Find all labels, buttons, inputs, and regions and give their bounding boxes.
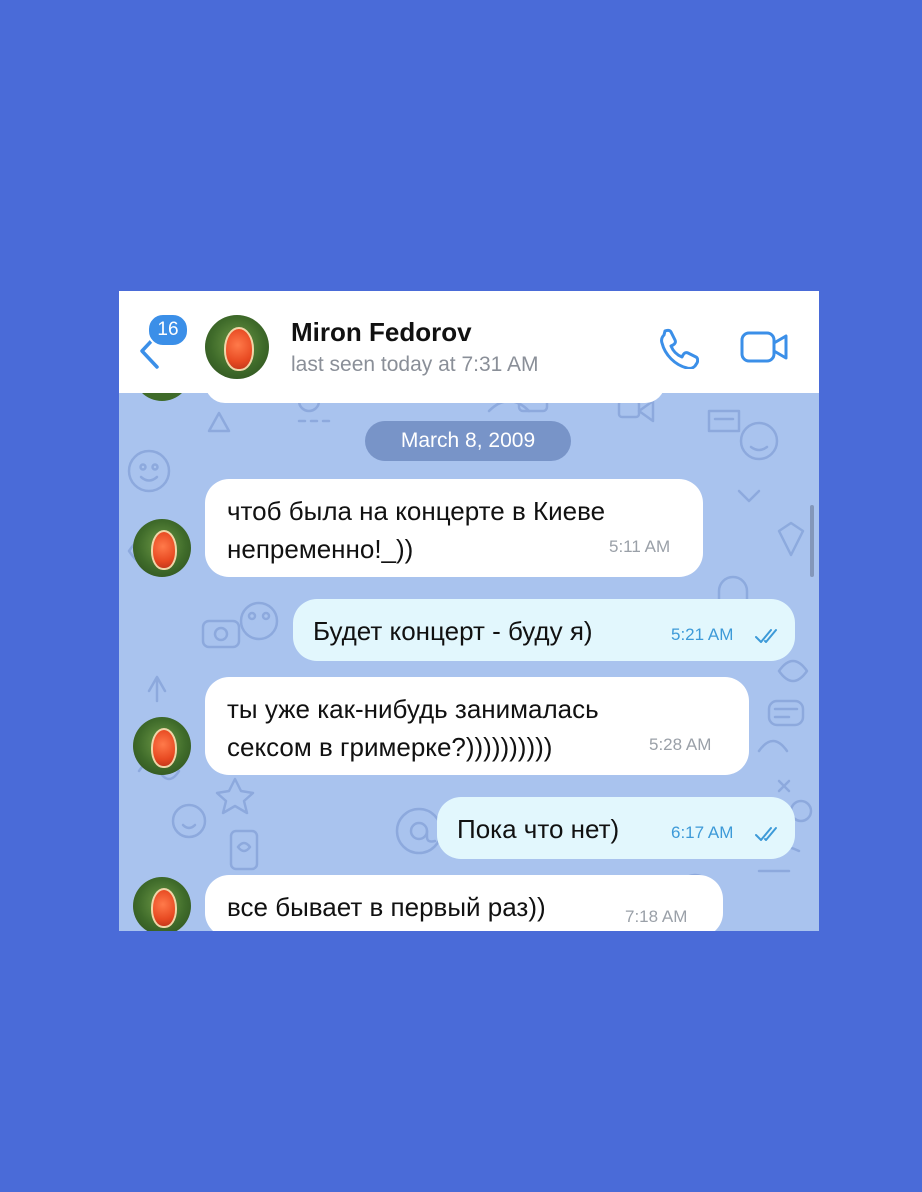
message-bubble-incoming[interactable]: все бывает в первый раз)) 7:18 AM: [205, 875, 723, 931]
sender-avatar[interactable]: [133, 519, 191, 577]
message-bubble-incoming[interactable]: ты уже как-нибудь занималась сексом в гр…: [205, 677, 749, 775]
message-time: 5:11 AM: [609, 537, 671, 556]
phone-icon: [660, 328, 700, 370]
message-time: 6:17 AM: [671, 823, 734, 842]
message-time: 5:28 AM: [649, 735, 712, 754]
contact-name[interactable]: Miron Fedorov: [291, 317, 472, 348]
sender-avatar[interactable]: [133, 877, 191, 931]
message-time: 7:18 AM: [625, 907, 688, 926]
contact-avatar[interactable]: [205, 315, 269, 379]
message-text: Будет концерт - буду я): [313, 616, 593, 646]
video-camera-icon: [740, 331, 788, 363]
chat-scrollbar[interactable]: [810, 505, 814, 577]
chat-header: 16 Miron Fedorov last seen today at 7:31…: [119, 291, 819, 393]
message-time: 5:21 AM: [671, 625, 734, 644]
video-call-button[interactable]: [739, 325, 791, 369]
message-text: все бывает в первый раз)): [227, 892, 546, 922]
unread-count-badge: 16: [147, 313, 189, 347]
message-text: чтоб была на концерте в Киеве непременно…: [227, 496, 606, 564]
double-check-icon: [755, 827, 777, 841]
voice-call-button[interactable]: [655, 325, 700, 370]
message-text: ты уже как-нибудь занималась сексом в гр…: [227, 694, 599, 762]
last-seen-status: last seen today at 7:31 AM: [291, 353, 539, 376]
message-bubble-incoming[interactable]: чтоб была на концерте в Киеве непременно…: [205, 479, 703, 577]
double-check-icon: [755, 629, 777, 643]
date-separator: March 8, 2009: [365, 421, 571, 461]
chat-screen: March 8, 2009 чтоб была на концерте в Ки…: [119, 291, 819, 931]
sender-avatar[interactable]: [133, 717, 191, 775]
message-text: Пока что нет): [457, 814, 620, 844]
message-bubble-outgoing[interactable]: Пока что нет) 6:17 AM: [437, 797, 795, 859]
message-bubble-outgoing[interactable]: Будет концерт - буду я) 5:21 AM: [293, 599, 795, 661]
